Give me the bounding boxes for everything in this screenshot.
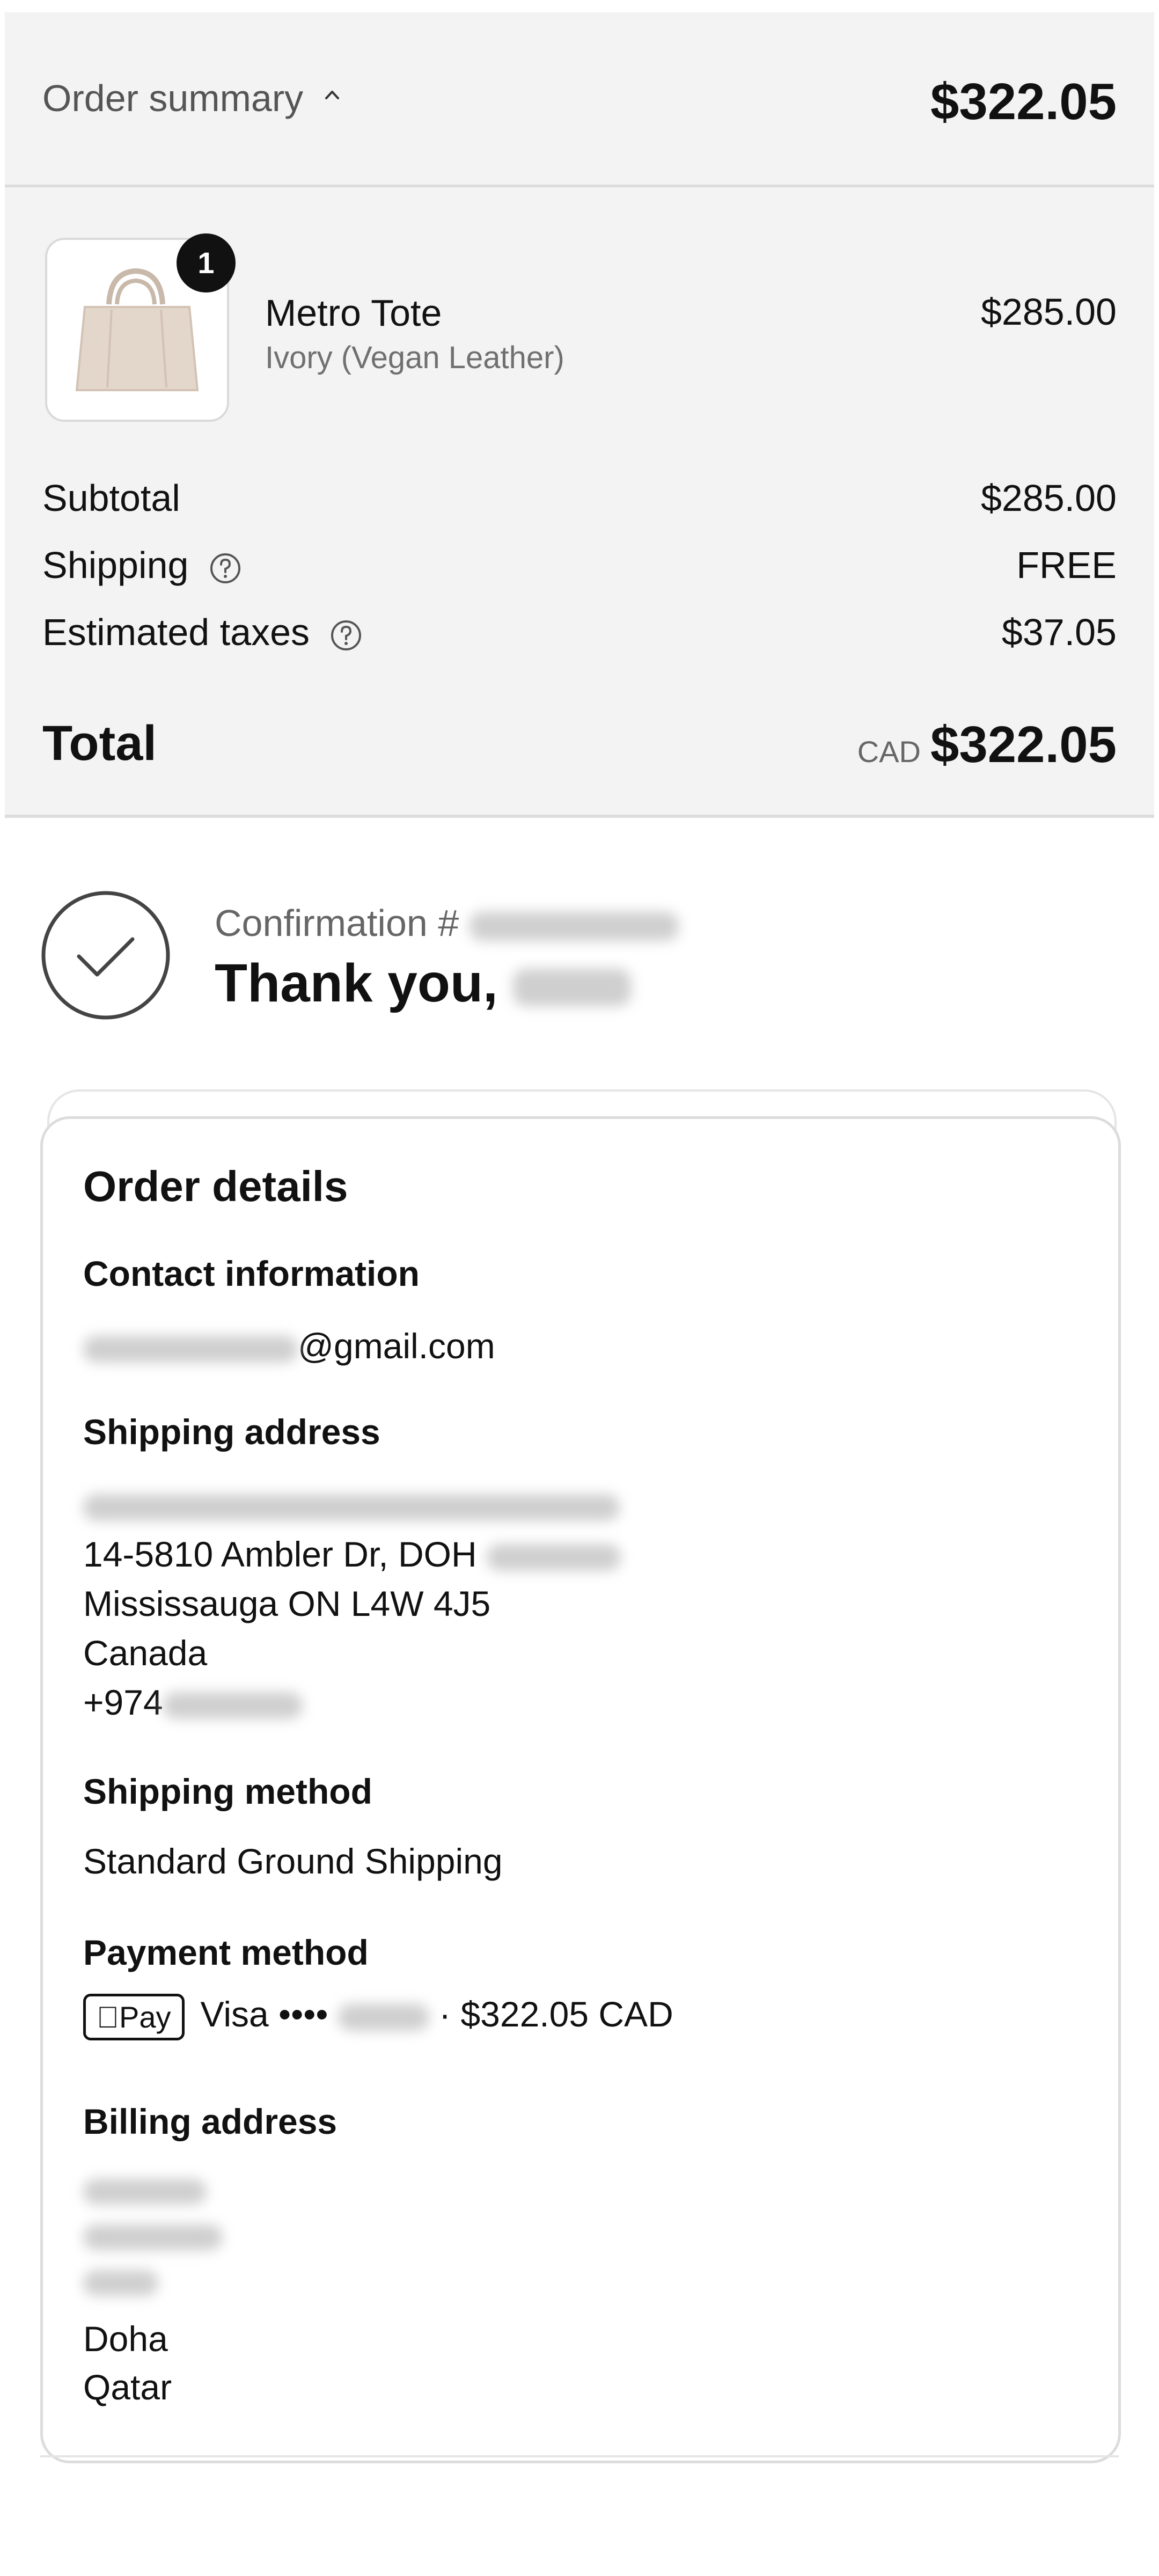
payment-method-value: PayVisa •••• · $322.05 CAD (83, 1994, 673, 2041)
card-divider (40, 2455, 1119, 2473)
redacted-address-part (486, 1543, 621, 1571)
order-summary-panel: Order summary $322.05 1 Metro Tote Ivory… (5, 12, 1154, 818)
checkmark-circle-icon (41, 891, 170, 1020)
shipping-city-line: Mississauga ON L4W 4J5 (83, 1584, 491, 1623)
taxes-row: Estimated taxes (42, 611, 363, 654)
billing-city: Doha (83, 2319, 168, 2359)
currency-code: CAD (857, 735, 921, 769)
redacted-billing-line-2 (83, 2214, 223, 2255)
redacted-billing-line-3 (83, 2259, 158, 2300)
thank-you-text: Thank you, (215, 953, 498, 1013)
shipping-value: FREE (1016, 544, 1117, 586)
shipping-address-line: 14-5810 Ambler Dr, DOH (83, 1534, 621, 1575)
product-price: $285.00 (980, 291, 1117, 333)
help-circle-icon[interactable] (209, 552, 242, 585)
quantity-badge: 1 (177, 233, 236, 292)
billing-address-title: Billing address (83, 2102, 338, 2141)
redacted-card-digits (338, 2003, 429, 2031)
shipping-country: Canada (83, 1633, 208, 1673)
chevron-up-icon (325, 91, 339, 99)
redacted-billing-line-1 (83, 2168, 207, 2209)
order-summary-total: $322.05 (930, 73, 1117, 130)
redacted-customer-name (512, 968, 631, 1006)
shipping-label: Shipping (42, 544, 189, 586)
product-name: Metro Tote (265, 292, 442, 334)
email-domain: @gmail.com (298, 1326, 495, 1366)
shipping-method-title: Shipping method (83, 1772, 372, 1811)
contact-information-title: Contact information (83, 1254, 420, 1293)
taxes-label: Estimated taxes (42, 611, 310, 653)
redacted-recipient-name (83, 1484, 620, 1525)
thank-you-heading: Thank you, (215, 953, 631, 1014)
billing-country: Qatar (83, 2367, 172, 2407)
total-value: $322.05 (930, 716, 1117, 773)
taxes-value: $37.05 (1001, 611, 1117, 653)
shipping-street: 14-5810 Ambler Dr, DOH (83, 1534, 477, 1574)
payment-method-title: Payment method (83, 1933, 369, 1972)
shipping-address-title: Shipping address (83, 1412, 380, 1452)
order-summary-toggle[interactable]: Order summary $322.05 (5, 12, 1154, 187)
order-confirmation-page: Order summary $322.05 1 Metro Tote Ivory… (0, 0, 1159, 2576)
apple-pay-badge: Pay (83, 1994, 185, 2041)
help-circle-icon[interactable] (329, 619, 363, 652)
payment-card: Visa •••• (178, 1994, 328, 2034)
payment-amount: · $322.05 CAD (416, 1994, 673, 2034)
shipping-phone: +974 (83, 1682, 303, 1723)
total-label: Total (42, 716, 157, 771)
product-variant: Ivory (Vegan Leather) (265, 340, 564, 375)
redacted-confirmation-number (469, 911, 679, 941)
subtotal-label: Subtotal (42, 477, 180, 519)
order-summary-title: Order summary (42, 77, 304, 119)
shipping-method-value: Standard Ground Shipping (83, 1841, 503, 1881)
order-details-title: Order details (83, 1162, 348, 1210)
phone-prefix: +974 (83, 1682, 163, 1722)
apple-logo-icon:  (97, 2000, 119, 2034)
redacted-email-user (83, 1335, 298, 1363)
shipping-row: Shipping (42, 544, 242, 587)
contact-email: @gmail.com (83, 1326, 495, 1366)
subtotal-value: $285.00 (980, 477, 1117, 519)
redacted-phone (163, 1692, 303, 1719)
confirmation-label: Confirmation # (215, 902, 459, 944)
confirmation-number: Confirmation # (215, 902, 679, 945)
